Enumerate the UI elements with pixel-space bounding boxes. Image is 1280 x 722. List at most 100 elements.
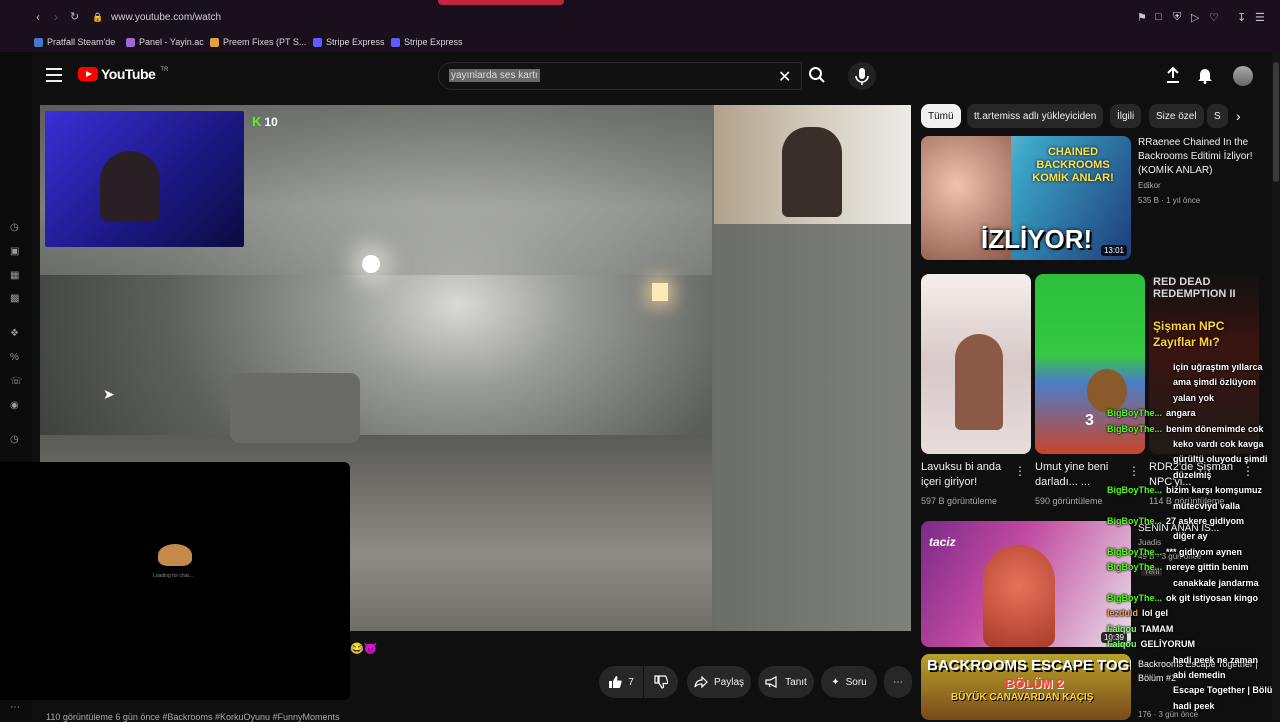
kebab-menu-icon[interactable]: ⋮	[1014, 464, 1026, 478]
chat-message: yalan yok	[1173, 393, 1214, 403]
video-description[interactable]: 110 görüntüleme 6 gün önce #Backrooms #K…	[46, 712, 340, 722]
scene-sofa	[230, 373, 360, 443]
chat-message: BigBoyThe... nereye gittin benim	[1107, 562, 1249, 572]
like-count: 7	[628, 676, 634, 688]
chat-text: abi demedin	[1173, 670, 1226, 680]
back-icon[interactable]: ‹	[36, 10, 40, 24]
hamburger-menu-icon[interactable]	[46, 68, 62, 82]
viewer-facecam	[714, 105, 911, 224]
upload-icon[interactable]	[1165, 66, 1181, 84]
clear-search-icon[interactable]: ✕	[778, 67, 791, 87]
voice-search-button[interactable]	[848, 62, 876, 90]
video-meta: 535 B · 1 yıl önce	[1138, 196, 1201, 205]
share-label: Paylaş	[713, 676, 744, 688]
viewer-silhouette	[782, 127, 842, 217]
chat-username: BigBoyThe...	[1107, 593, 1163, 603]
instagram-icon[interactable]: ◉	[10, 400, 19, 411]
bookmarks-bar: Pratfall Steam'de Panel - Yayin.ac Preem…	[0, 34, 1280, 52]
megaphone-icon	[765, 676, 777, 688]
video-thumbnail[interactable]: BACKROOMS ESCAPE TOGETHER BÖLÜM 2 BÜYÜK …	[921, 654, 1131, 720]
short-thumbnail[interactable]	[921, 274, 1031, 454]
chat-username: BigBoyThe...	[1107, 562, 1163, 573]
whatsapp-icon[interactable]: ☏	[10, 376, 23, 387]
promote-button[interactable]: Tanıt	[758, 666, 814, 698]
microphone-icon	[855, 68, 869, 85]
account-avatar[interactable]	[1233, 66, 1253, 86]
video-thumbnail[interactable]: CHAINED BACKROOMS KOMİK ANLAR! İZLİYOR! …	[921, 136, 1131, 260]
search-icon[interactable]	[808, 66, 826, 84]
download-icon[interactable]: ↧	[1237, 11, 1246, 24]
bookmark-item[interactable]: Stripe Express	[313, 37, 385, 47]
chat-message: ama şimdi özlüyom	[1173, 377, 1256, 387]
heart-icon[interactable]: ♡	[1209, 11, 1219, 24]
more-icon[interactable]: ⋯	[10, 702, 20, 713]
video-thumbnail[interactable]: taciz 10:39	[921, 521, 1131, 647]
search-input[interactable]: yayınlarda ses kartı	[438, 62, 802, 90]
dislike-button[interactable]	[644, 666, 678, 698]
notifications-bell-icon[interactable]	[1197, 66, 1213, 84]
bookmark-item[interactable]: Stripe Express	[391, 37, 463, 47]
bookmark-item[interactable]: Preem Fixes (PT S...	[210, 37, 306, 47]
cat-mascot-icon	[158, 544, 192, 566]
bookmark-item[interactable]: Pratfall Steam'de	[34, 37, 115, 47]
chat-text: düzelmiş	[1173, 469, 1212, 480]
screenshot-icon[interactable]: □	[1155, 11, 1162, 23]
youtube-logo[interactable]: YouTube TR	[78, 66, 168, 82]
history-icon[interactable]: ◷	[10, 434, 19, 445]
chat-username: BigBoyThe...	[1107, 516, 1163, 526]
chip-related[interactable]: İlgili	[1110, 104, 1142, 128]
ask-button[interactable]: ✦ Soru	[821, 666, 877, 698]
ask-label: Soru	[845, 676, 867, 688]
country-code: TR	[160, 67, 169, 73]
chevron-right-icon[interactable]: ›	[1236, 108, 1241, 124]
scrollbar-thumb[interactable]	[1273, 62, 1279, 182]
chat-text: keko vardı cok kavga	[1173, 439, 1264, 449]
chip-uploader[interactable]: tt.artemiss adlı yükleyiciden	[967, 104, 1104, 128]
bookmark-item[interactable]: Panel - Yayin.ac	[126, 37, 204, 47]
sidebar-app-icon[interactable]: ❖	[10, 328, 19, 339]
like-button[interactable]: 7	[599, 666, 643, 698]
chip-all[interactable]: Tümü	[921, 104, 961, 128]
chat-message: diğer ay	[1173, 531, 1208, 541]
reload-icon[interactable]: ↻	[70, 10, 79, 23]
chat-username: BigBoyThe...	[1107, 408, 1163, 419]
sidebar-app-icon[interactable]: ◷	[10, 222, 19, 233]
overlay-loading-text: Loading for chat...	[153, 573, 194, 579]
thumbs-up-icon	[609, 676, 622, 688]
stream-chat-overlay: için uğraştım yıllarca ama şimdi özlüyom y…	[1105, 360, 1280, 720]
thumbnail-tagline: BÜYÜK CANAVARDAN KAÇIŞ	[951, 692, 1094, 703]
chat-text: mütecviyd valla	[1173, 500, 1241, 511]
url-bar[interactable]: www.youtube.com/watch	[111, 12, 221, 23]
sidebar-app-icon[interactable]: %	[10, 352, 19, 363]
chat-message: BigBoyThe... ok git istiyosan kingo	[1107, 593, 1258, 603]
forward-icon[interactable]: ›	[54, 10, 58, 24]
shield-icon[interactable]: ⛨	[1173, 11, 1181, 24]
video-title[interactable]: RRaenee Chained In the Backrooms Editimi…	[1138, 136, 1270, 178]
sidebar-app-icon[interactable]: ▣	[10, 246, 19, 257]
chat-message: BigBoyThe... angara	[1107, 408, 1196, 418]
chat-username: BigBoyThe...	[1107, 423, 1163, 434]
short-title[interactable]: Lavuksu bi anda içeri giriyor!	[921, 460, 1013, 490]
chat-text: gürültü oluyodu şimdi	[1173, 454, 1268, 465]
more-actions-button[interactable]: ⋯	[884, 666, 912, 698]
play-icon[interactable]: ▷	[1191, 11, 1199, 24]
browser-menu-icon[interactable]: ☰	[1255, 11, 1265, 24]
chat-text: yalan yok	[1173, 392, 1215, 403]
sidebar-app-icon[interactable]: ▩	[10, 293, 19, 304]
chat-message: BigBoyThe... *** gidiyom aynen	[1107, 547, 1242, 557]
video-duration: 13:01	[1100, 245, 1127, 256]
search-query[interactable]: yayınlarda ses kartı	[449, 69, 540, 82]
chip-for-you[interactable]: Size özel	[1149, 104, 1204, 128]
share-button[interactable]: Paylaş	[687, 666, 751, 698]
chat-username: Falqou	[1107, 639, 1137, 650]
channel-name[interactable]: Edikor	[1138, 181, 1161, 190]
mouse-cursor-icon: ➤	[103, 386, 115, 402]
chip-partial[interactable]: S	[1207, 104, 1228, 128]
bookmark-icon[interactable]: ⚑	[1137, 11, 1147, 24]
chat-text: angara	[1166, 408, 1196, 419]
thumbnail-headline: Şişman NPC Zayıflar Mı?	[1153, 319, 1225, 349]
chat-text: nereye gittin benim	[1166, 562, 1249, 573]
thumbnail-caption: taciz	[929, 535, 956, 549]
short-views: 590 görüntüleme	[1035, 496, 1103, 506]
sidebar-app-icon[interactable]: ▦	[10, 270, 19, 281]
